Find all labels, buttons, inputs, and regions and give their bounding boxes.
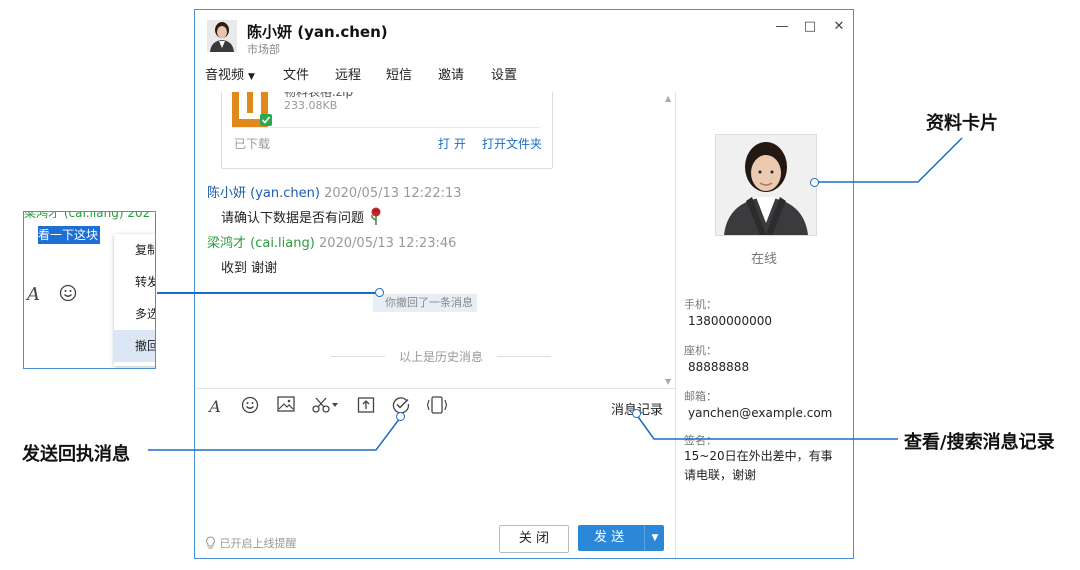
message-sender[interactable]: 梁鸿才 (cai.liang) xyxy=(207,236,315,251)
message-text-content: 请确认下数据是否有问题 xyxy=(221,211,365,226)
recall-notice: 你撤回了一条消息 xyxy=(373,294,477,312)
menu-remote[interactable]: 远程 xyxy=(335,64,361,83)
menu-file[interactable]: 文件 xyxy=(283,64,309,83)
close-button[interactable]: 关 闭 xyxy=(499,525,569,553)
callout-dot-receipt xyxy=(396,412,405,421)
message-time: 2020/05/13 12:22:13 xyxy=(324,186,462,201)
message-header: 陈小妍 (yan.chen) 2020/05/13 12:22:13 xyxy=(207,182,462,201)
scroll-up-arrow-icon[interactable]: ▲ xyxy=(665,94,671,103)
file-size: 233.08KB xyxy=(284,99,338,112)
callout-line-receipt xyxy=(148,417,401,451)
landline-label: 座机： xyxy=(684,344,717,357)
email-label: 邮箱： xyxy=(684,390,717,403)
menu-item-recall[interactable]: 撤回 xyxy=(114,330,155,362)
menu-item-copy[interactable]: 复制 xyxy=(114,234,155,266)
callout-dot-recall xyxy=(375,288,384,297)
message-text[interactable]: 请确认下数据是否有问题 xyxy=(221,207,384,226)
callout-line-search xyxy=(635,413,898,440)
message-header: 梁鸿才 (cai.liang) 2020/05/13 12:23:46 xyxy=(207,232,456,251)
online-status: 在线 xyxy=(751,252,778,267)
file-message-card: 物料表格.zip 233.08KB 已下载 打 开 打开文件夹 xyxy=(221,92,553,169)
callout-receipt-message: 发送回执消息 xyxy=(22,444,130,465)
input-divider xyxy=(195,388,675,389)
menu-sms[interactable]: 短信 xyxy=(386,64,412,83)
close-icon[interactable]: ✕ xyxy=(830,18,848,36)
minimize-icon[interactable]: — xyxy=(773,18,791,36)
zip-file-icon xyxy=(232,92,272,127)
online-remind[interactable]: 已开启上线提醒 xyxy=(205,535,297,551)
phone-value[interactable]: 13800000000 xyxy=(688,314,772,328)
open-file-link[interactable]: 打 开 xyxy=(438,135,466,152)
contact-avatar[interactable] xyxy=(207,20,237,52)
message-sender[interactable]: 陈小妍 (yan.chen) xyxy=(207,186,320,201)
contact-department: 市场部 xyxy=(247,43,280,56)
popup-font-icon: A xyxy=(27,284,40,305)
menu-audio-video[interactable]: 音视频 ▼ xyxy=(205,64,255,83)
online-remind-label: 已开启上线提醒 xyxy=(219,537,297,550)
callout-dot-profile xyxy=(810,178,819,187)
menu-invite[interactable]: 邀请 xyxy=(438,64,464,83)
title-bar: 陈小妍 (yan.chen) 市场部 — □ ✕ xyxy=(195,10,853,56)
shake-icon[interactable] xyxy=(425,396,449,418)
file-card-divider xyxy=(232,127,540,128)
popup-message-sender: 梁鸿才 (cai.liang) 202 xyxy=(24,211,151,220)
contact-name: 陈小妍 (yan.chen) xyxy=(247,23,388,41)
send-button[interactable]: 发 送 ▼ xyxy=(578,525,664,551)
message-text[interactable]: 收到 谢谢 xyxy=(221,257,277,276)
phone-label: 手机： xyxy=(684,298,717,311)
rose-emoji-icon xyxy=(371,207,381,225)
chat-window: 陈小妍 (yan.chen) 市场部 — □ ✕ 音视频 ▼ 文件 远程 短信 邀… xyxy=(194,9,854,559)
profile-photo[interactable] xyxy=(715,134,817,236)
popup-emoji-icon xyxy=(59,284,77,307)
callout-dot-search xyxy=(632,409,641,418)
popup-selected-text[interactable]: 看一下这块 xyxy=(38,226,100,244)
open-folder-link[interactable]: 打开文件夹 xyxy=(482,135,542,152)
menu-item-multiselect[interactable]: 多选 xyxy=(114,298,155,330)
chevron-down-icon: ▼ xyxy=(248,72,255,82)
signature-value: 15~20日在外出差中，有事请电联，谢谢 xyxy=(684,449,833,482)
message-list[interactable]: 物料表格.zip 233.08KB 已下载 打 开 打开文件夹 陈小妍 (yan… xyxy=(195,92,675,388)
menu-item-forward[interactable]: 转发 xyxy=(114,266,155,298)
file-download-status: 已下载 xyxy=(234,137,271,151)
menu-settings[interactable]: 设置 xyxy=(491,64,517,83)
scroll-down-arrow-icon[interactable]: ▼ xyxy=(665,377,671,386)
send-options-chevron-down-icon[interactable]: ▼ xyxy=(644,525,665,551)
profile-divider xyxy=(675,92,676,558)
maximize-icon[interactable]: □ xyxy=(801,18,819,36)
context-menu: 复制 转发 多选 撤回 xyxy=(114,234,155,366)
callout-line-recall xyxy=(157,292,375,294)
message-time: 2020/05/13 12:23:46 xyxy=(318,236,457,251)
recall-example-popup: 梁鸿才 (cai.liang) 202 看一下这块 A 复制 转发 多选 撤回 xyxy=(23,211,156,369)
send-button-label: 发 送 xyxy=(594,530,625,545)
bulb-icon xyxy=(206,536,215,549)
callout-line-profile xyxy=(818,137,963,183)
callout-search-record: 查看/搜索消息记录 xyxy=(904,432,1055,453)
history-divider: 以上是历史消息 xyxy=(331,348,551,364)
landline-value[interactable]: 88888888 xyxy=(688,360,749,374)
